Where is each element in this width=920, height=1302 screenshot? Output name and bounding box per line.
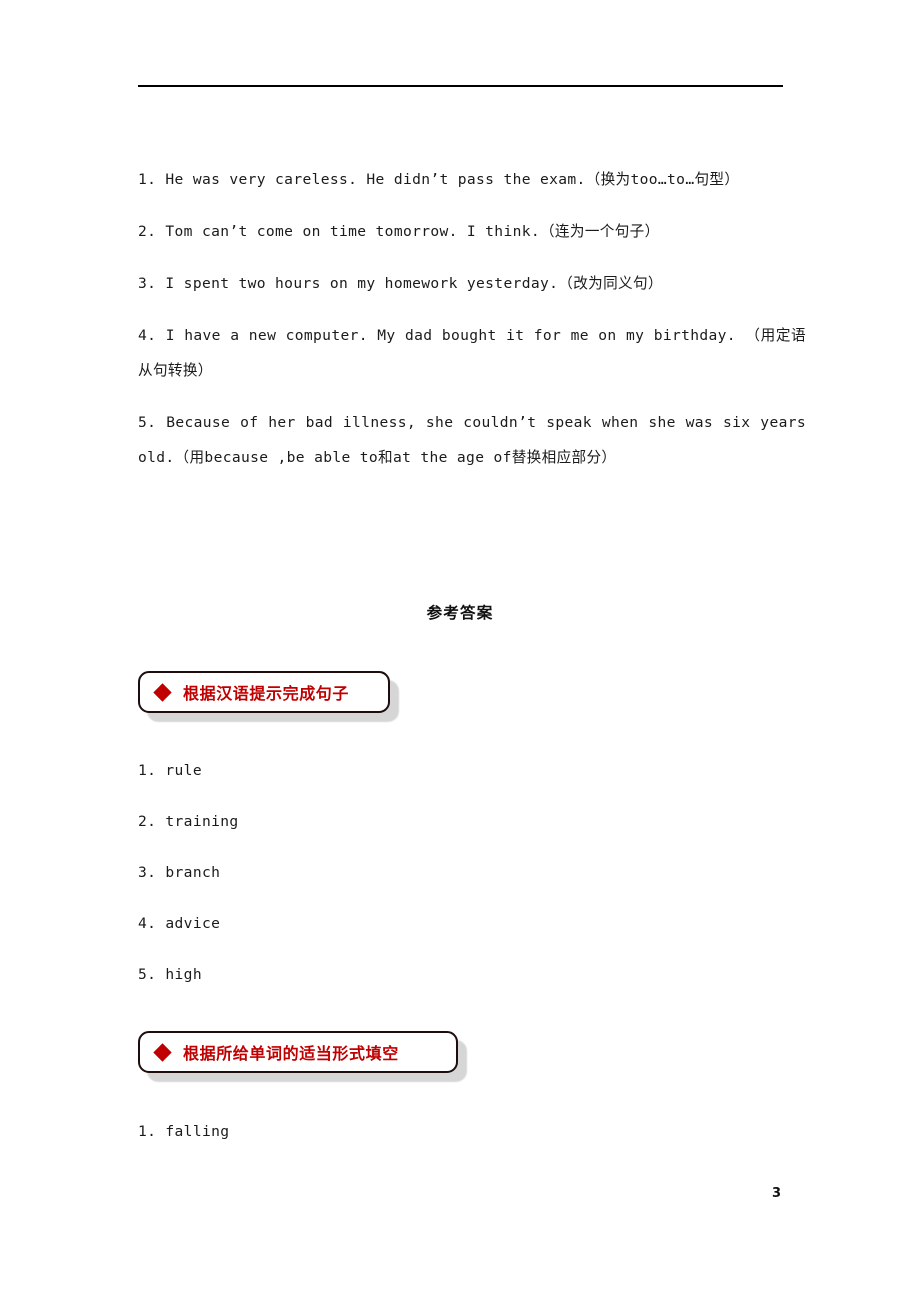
answer-item: 1. rule xyxy=(138,762,202,779)
answer-item: 1. falling xyxy=(138,1123,230,1140)
section-banner-word-forms: 根据所给单词的适当形式填空 xyxy=(138,1031,467,1082)
banner-label: 根据汉语提示完成句子 xyxy=(183,684,350,703)
section-banner-chinese-prompts: 根据汉语提示完成句子 xyxy=(138,671,399,722)
answers-title: 参考答案 xyxy=(426,604,494,622)
header-rule xyxy=(138,85,783,87)
exercise-item: 2. Tom can’t come on time tomorrow. I th… xyxy=(138,223,660,240)
banner-label: 根据所给单词的适当形式填空 xyxy=(183,1044,399,1063)
answer-list-group-2: 1. falling xyxy=(138,1121,638,1172)
banner-box: 根据所给单词的适当形式填空 xyxy=(138,1031,458,1073)
exercise-item: 3. I spent two hours on my homework yest… xyxy=(138,275,663,292)
answer-item: 5. high xyxy=(138,966,202,983)
answer-item: 2. training xyxy=(138,813,239,830)
answer-item: 4. advice xyxy=(138,915,221,932)
document-page: 1. He was very careless. He didn’t pass … xyxy=(0,0,920,1302)
exercise-item: 5. Because of her bad illness, she could… xyxy=(138,414,806,466)
exercise-item: 4. I have a new computer. My dad bought … xyxy=(138,327,806,379)
answer-list-group-1: 1. rule 2. training 3. branch 4. advice … xyxy=(138,760,638,1015)
page-number: 3 xyxy=(771,1186,781,1201)
exercise-item: 1. He was very careless. He didn’t pass … xyxy=(138,171,740,188)
exercise-list: 1. He was very careless. He didn’t pass … xyxy=(138,162,806,475)
diamond-icon xyxy=(153,1042,172,1062)
diamond-icon xyxy=(153,682,172,702)
banner-box: 根据汉语提示完成句子 xyxy=(138,671,390,713)
answer-item: 3. branch xyxy=(138,864,221,881)
